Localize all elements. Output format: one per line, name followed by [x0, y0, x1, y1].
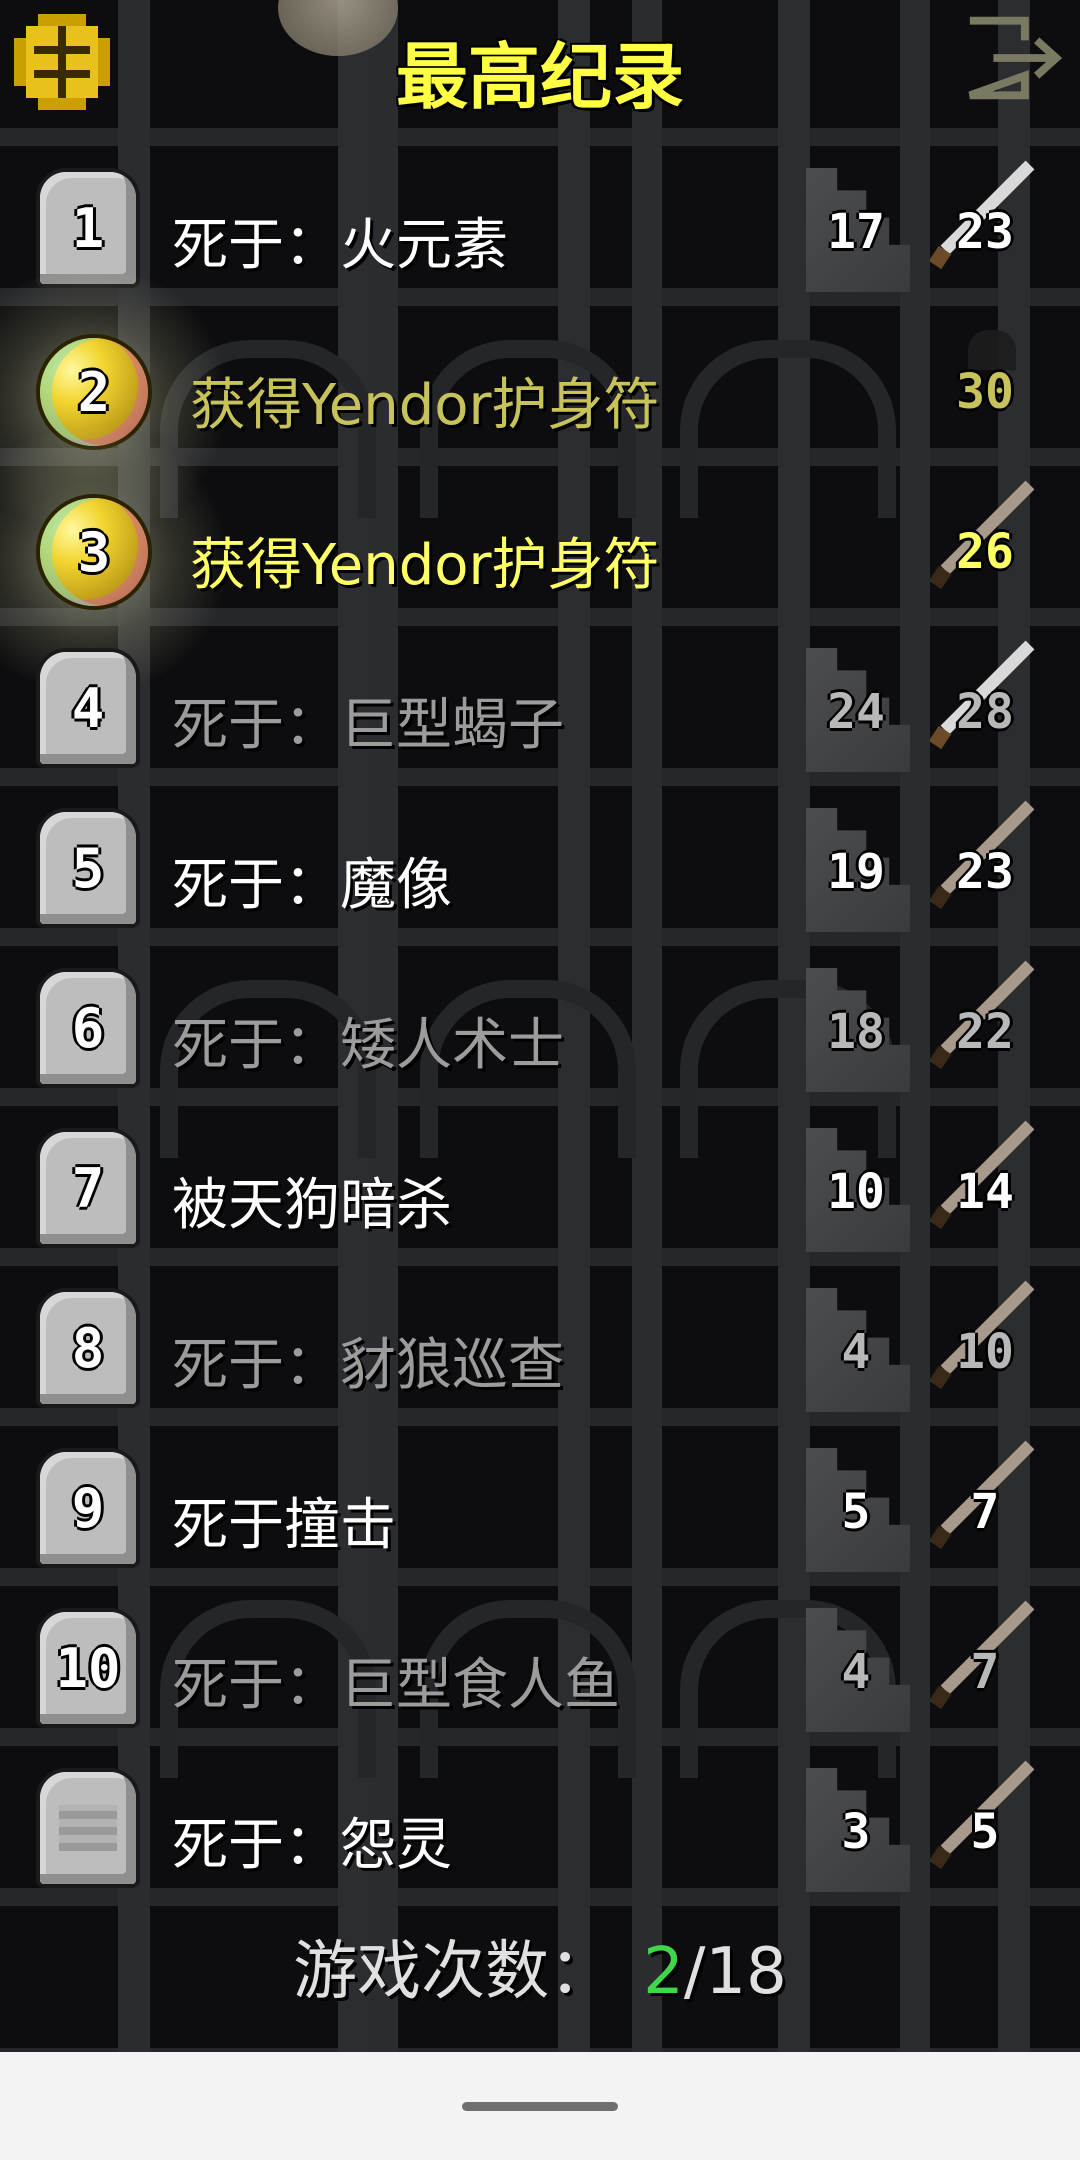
gravestone-icon: 9	[40, 1452, 136, 1564]
record-level: 10	[956, 1324, 1014, 1380]
record-description: 获得Yendor护身符	[190, 373, 660, 438]
record-row[interactable]: 7 被天狗暗杀 10 14	[0, 1110, 1080, 1270]
record-depth: 18	[827, 1004, 885, 1060]
record-description: 死于撞击	[172, 1493, 396, 1558]
record-rank: 9	[71, 1476, 105, 1540]
record-depth: 19	[827, 844, 885, 900]
record-level: 14	[956, 1164, 1014, 1220]
record-description: 死于：巨型食人鱼	[172, 1653, 620, 1718]
record-level: 26	[956, 524, 1014, 580]
record-level: 7	[970, 1644, 1000, 1700]
record-rank: 1	[71, 196, 105, 260]
record-rank: 3	[77, 520, 111, 584]
record-description: 死于：怨灵	[172, 1813, 452, 1878]
record-depth: 24	[827, 684, 885, 740]
gravestone-icon: 8	[40, 1292, 136, 1404]
record-depth: 3	[841, 1804, 871, 1860]
record-level: 23	[956, 204, 1014, 260]
header: 最高纪录	[0, 0, 1080, 150]
gravestone-icon	[40, 1772, 136, 1884]
record-level: 5	[970, 1804, 1000, 1860]
record-row[interactable]: 3 获得Yendor护身符 26	[0, 430, 1080, 690]
record-description: 死于：巨型蝎子	[172, 693, 564, 758]
record-description: 死于：矮人术士	[172, 1013, 564, 1078]
record-rank: 5	[71, 836, 105, 900]
page-title: 最高纪录	[395, 35, 684, 119]
games-played: 游戏次数： 2/18	[0, 1920, 1080, 2012]
gravestone-icon: 10	[40, 1612, 136, 1724]
record-row[interactable]: 6 死于：矮人术士 18 22	[0, 950, 1080, 1110]
record-row[interactable]: 10 死于：巨型食人鱼 4 7	[0, 1590, 1080, 1750]
record-level: 22	[956, 1004, 1014, 1060]
record-row[interactable]: 5 死于：魔像 19 23	[0, 790, 1080, 950]
system-nav-bar	[0, 2052, 1080, 2160]
home-gesture-handle[interactable]	[462, 2102, 618, 2111]
record-depth: 10	[827, 1164, 885, 1220]
record-level: 7	[970, 1484, 1000, 1540]
record-depth: 4	[841, 1324, 871, 1380]
record-description: 获得Yendor护身符	[190, 533, 660, 598]
record-row[interactable]: 9 死于撞击 5 7	[0, 1430, 1080, 1590]
record-level: 28	[956, 684, 1014, 740]
record-rank: 10	[55, 1636, 121, 1700]
record-row[interactable]: 4 死于：巨型蝎子 24 28	[0, 630, 1080, 790]
record-rank: 7	[71, 1156, 105, 1220]
amulet-medal-icon: 3	[40, 498, 148, 606]
record-row[interactable]: 死于：怨灵 3 5	[0, 1750, 1080, 1910]
record-depth: 4	[841, 1644, 871, 1700]
record-rank: 2	[77, 360, 111, 424]
record-rank: 8	[71, 1316, 105, 1380]
record-description: 死于：火元素	[172, 213, 508, 278]
record-description: 死于：魔像	[172, 853, 452, 918]
gravestone-icon: 6	[40, 972, 136, 1084]
record-depth: 5	[841, 1484, 871, 1540]
record-description: 被天狗暗杀	[172, 1173, 452, 1238]
record-level: 23	[956, 844, 1014, 900]
games-total-count: /18	[683, 1935, 787, 2009]
gravestone-icon: 1	[40, 172, 136, 284]
exit-button[interactable]	[962, 16, 1072, 100]
record-level: 30	[956, 364, 1014, 420]
record-depth: 17	[827, 204, 885, 260]
gravestone-icon: 5	[40, 812, 136, 924]
record-rank: 4	[71, 676, 105, 740]
record-description: 死于：豺狼巡查	[172, 1333, 564, 1398]
gravestone-icon: 7	[40, 1132, 136, 1244]
record-rank: 6	[71, 996, 105, 1060]
games-won-count: 2	[643, 1935, 684, 2009]
record-row[interactable]: 8 死于：豺狼巡查 4 10	[0, 1270, 1080, 1430]
games-played-label: 游戏次数：	[293, 1935, 614, 2009]
exit-icon	[968, 16, 1063, 100]
gravestone-icon: 4	[40, 652, 136, 764]
